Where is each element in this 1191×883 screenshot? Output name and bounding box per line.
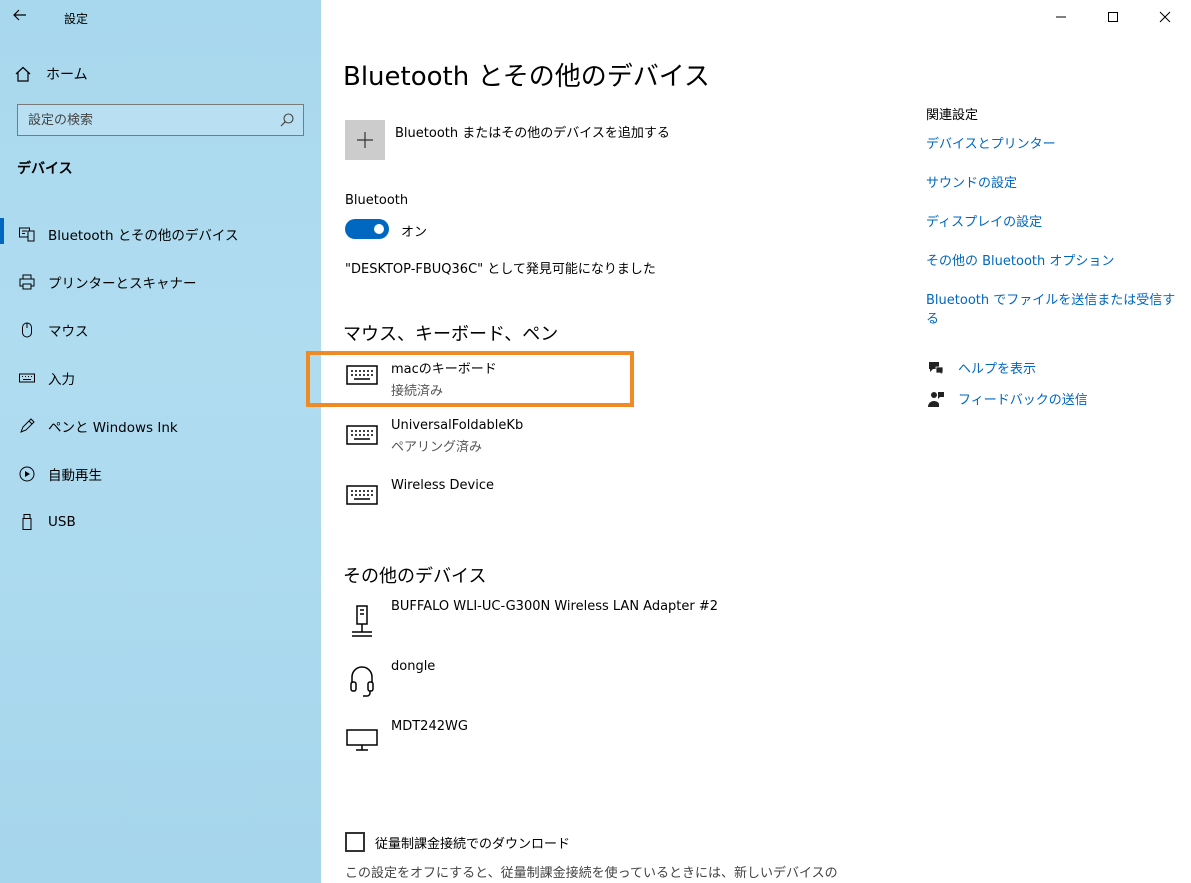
bluetooth-toggle[interactable]: [345, 219, 389, 239]
bluetooth-label: Bluetooth: [345, 193, 409, 208]
device-name: dongle: [391, 659, 436, 674]
search-icon[interactable]: [279, 112, 295, 132]
printer-icon: [17, 272, 37, 292]
sidebar-item-label: Bluetooth とその他のデバイス: [48, 228, 239, 244]
feedback-link[interactable]: フィードバックの送信: [926, 383, 1088, 414]
home-nav-item[interactable]: ホーム: [14, 62, 304, 86]
sidebar-item-mouse[interactable]: マウス: [0, 306, 321, 354]
sidebar-item-label: 入力: [48, 372, 75, 388]
search-input[interactable]: [28, 112, 268, 128]
page-title: Bluetooth とその他のデバイス: [343, 62, 710, 92]
feedback-label: フィードバックの送信: [958, 393, 1088, 408]
sidebar-item-label: マウス: [48, 324, 89, 340]
metered-description: この設定をオフにすると、従量制課金接続を使っているときには、新しいデバイスの: [345, 866, 838, 881]
feedback-icon: [926, 389, 946, 409]
discoverable-text: "DESKTOP-FBUQ36C" として発見可能になりました: [345, 262, 656, 277]
link-display-settings[interactable]: ディスプレイの設定: [926, 211, 1186, 250]
toggle-knob: [374, 224, 384, 234]
pen-icon: [17, 416, 37, 436]
titlebar-left: 設定: [0, 0, 321, 36]
device-status: 接続済み: [391, 384, 444, 399]
device-name: macのキーボード: [391, 362, 497, 377]
maximize-icon: [1108, 12, 1118, 22]
sidebar: 設定 ホーム デバイス Bluetooth とその他のデバイス プリンターとスキ…: [0, 0, 321, 883]
link-bluetooth-file-transfer[interactable]: Bluetooth でファイルを送信または受信する: [926, 289, 1186, 328]
link-bluetooth-options[interactable]: その他の Bluetooth オプション: [926, 250, 1186, 289]
link-sound-settings[interactable]: サウンドの設定: [926, 172, 1186, 211]
sidebar-item-bluetooth[interactable]: Bluetooth とその他のデバイス: [0, 210, 321, 258]
keyboard-icon: [345, 358, 379, 398]
keyboard-icon: [17, 368, 37, 388]
device-item[interactable]: dongle: [345, 659, 625, 709]
home-icon: [15, 66, 31, 82]
sidebar-section-heading: デバイス: [17, 161, 73, 177]
sidebar-nav: Bluetooth とその他のデバイス プリンターとスキャナー マウス 入力 ペ…: [0, 210, 321, 546]
main-content: Bluetooth とその他のデバイス Bluetooth またはその他のデバイ…: [306, 0, 1191, 883]
sidebar-item-autoplay[interactable]: 自動再生: [0, 450, 321, 498]
autoplay-icon: [17, 464, 37, 484]
add-tile: [345, 120, 385, 160]
device-name: BUFFALO WLI-UC-G300N Wireless LAN Adapte…: [391, 599, 719, 614]
add-device-label: Bluetooth またはその他のデバイスを追加する: [395, 126, 670, 141]
minimize-button[interactable]: [1035, 0, 1087, 34]
search-box[interactable]: [17, 104, 304, 136]
app-title: 設定: [64, 12, 89, 26]
back-arrow-icon: [13, 9, 26, 21]
related-settings-heading: 関連設定: [926, 108, 979, 123]
sidebar-item-label: USB: [48, 514, 76, 530]
bluetooth-device-icon: [17, 224, 37, 244]
sidebar-item-pen[interactable]: ペンと Windows Ink: [0, 402, 321, 450]
device-name: UniversalFoldableKb: [391, 418, 524, 433]
link-devices-printers[interactable]: デバイスとプリンター: [926, 133, 1186, 172]
metered-download-option[interactable]: 従量制課金接続でのダウンロード: [345, 832, 570, 852]
device-item[interactable]: BUFFALO WLI-UC-G300N Wireless LAN Adapte…: [345, 599, 765, 649]
close-button[interactable]: [1139, 0, 1191, 34]
help-chat-icon: [926, 358, 946, 378]
headset-icon: [345, 659, 379, 699]
device-item[interactable]: UniversalFoldableKb ペアリング済み: [345, 418, 625, 468]
device-name: Wireless Device: [391, 478, 494, 493]
metered-label: 従量制課金接続でのダウンロード: [375, 836, 571, 852]
sidebar-item-input[interactable]: 入力: [0, 354, 321, 402]
home-label: ホーム: [46, 67, 88, 83]
device-item[interactable]: Wireless Device: [345, 478, 625, 528]
keyboard-icon: [345, 418, 379, 458]
device-status: ペアリング済み: [391, 440, 483, 455]
sidebar-item-printers[interactable]: プリンターとスキャナー: [0, 258, 321, 306]
related-settings: 関連設定 デバイスとプリンター サウンドの設定 ディスプレイの設定 その他の B…: [926, 104, 1186, 328]
add-device-button[interactable]: Bluetooth またはその他のデバイスを追加する: [345, 120, 670, 160]
input-devices-heading: マウス、キーボード、ペン: [343, 324, 559, 345]
network-adapter-icon: [345, 599, 379, 639]
metered-checkbox[interactable]: [345, 832, 365, 852]
keyboard-icon: [345, 478, 379, 518]
plus-icon: [357, 132, 373, 148]
usb-icon: [17, 512, 37, 532]
help-section: ヘルプを表示 フィードバックの送信: [926, 352, 1088, 414]
minimize-icon: [1056, 16, 1066, 18]
help-link[interactable]: ヘルプを表示: [926, 352, 1088, 383]
device-name: MDT242WG: [391, 719, 468, 734]
window-controls: [1035, 0, 1191, 34]
close-icon: [1159, 11, 1171, 23]
device-item[interactable]: MDT242WG: [345, 719, 625, 769]
toggle-state-label: オン: [401, 225, 428, 240]
mouse-icon: [17, 320, 37, 340]
back-button[interactable]: [10, 5, 40, 29]
sidebar-item-label: 自動再生: [48, 468, 102, 484]
sidebar-item-usb[interactable]: USB: [0, 498, 321, 546]
sidebar-item-label: ペンと Windows Ink: [48, 420, 178, 436]
device-item[interactable]: macのキーボード 接続済み: [345, 358, 625, 408]
sidebar-item-label: プリンターとスキャナー: [48, 276, 197, 292]
maximize-button[interactable]: [1087, 0, 1139, 34]
help-label: ヘルプを表示: [958, 362, 1037, 377]
monitor-icon: [345, 719, 379, 759]
other-devices-heading: その他のデバイス: [343, 566, 487, 587]
